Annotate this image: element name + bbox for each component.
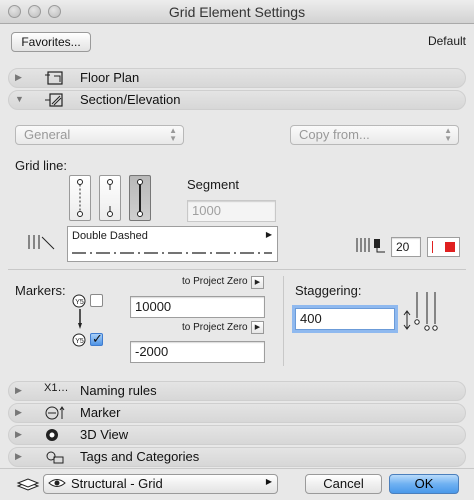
grid-line-label: Grid line: (15, 158, 68, 173)
disclosure-collapsed-icon[interactable]: ▶ (15, 407, 22, 418)
marker-icon (44, 405, 68, 424)
staggering-icon (401, 290, 441, 337)
pen-color-swatch[interactable] (427, 237, 460, 257)
panel-marker[interactable] (8, 403, 466, 423)
panel-label-3d-view: 3D View (80, 427, 129, 442)
ok-button[interactable]: OK (389, 474, 459, 494)
layer-popup-label: Structural - Grid (71, 476, 163, 491)
grid-line-partial-button[interactable] (99, 175, 121, 221)
panel-label-tags-categories: Tags and Categories (80, 449, 200, 464)
svg-text:Y5: Y5 (75, 338, 84, 345)
footer-separator (0, 468, 474, 469)
segment-label: Segment (187, 177, 240, 192)
staggering-field[interactable]: 400 (295, 308, 395, 330)
marker-bottom-checkbox[interactable]: ✓ (90, 331, 103, 346)
line-type-icon (26, 232, 56, 255)
popup-arrows-icon: ▲ ▼ (444, 126, 452, 143)
marker-top-checkbox[interactable] (90, 294, 103, 307)
grid-line-full-button[interactable] (69, 175, 91, 221)
panel-label-section-elevation: Section/Elevation (80, 92, 181, 107)
markers-label: Markers: (15, 283, 66, 298)
general-popup[interactable]: General ▲ ▼ (15, 125, 184, 145)
line-type-selector[interactable]: Double Dashed ▶ (67, 226, 278, 262)
default-label: Default (427, 34, 466, 48)
window-title: Grid Element Settings (168, 4, 306, 20)
favorites-button[interactable]: Favorites... (11, 32, 91, 52)
segment-field[interactable]: 1000 (187, 200, 276, 222)
grid-line-segment-button[interactable] (129, 175, 151, 221)
to-project-zero-label-2: to Project Zero (182, 322, 248, 333)
panel-section-elevation[interactable] (8, 90, 466, 110)
project-zero-menu-button-1[interactable]: ▶ (251, 276, 264, 289)
copy-from-popup[interactable]: Copy from... ▲ ▼ (290, 125, 459, 145)
general-popup-label: General (24, 127, 71, 142)
panel-label-floor-plan: Floor Plan (80, 70, 140, 85)
project-zero-menu-button-2[interactable]: ▶ (251, 321, 264, 334)
separator (8, 269, 466, 270)
pen-color-square (445, 242, 455, 252)
disclosure-collapsed-icon[interactable]: ▶ (15, 429, 22, 440)
popup-arrows-icon: ▲ ▼ (169, 126, 177, 143)
checkmark-icon: ✓ (92, 331, 103, 346)
panel-label-marker: Marker (80, 405, 121, 420)
layers-icon (16, 476, 40, 495)
layer-popup[interactable]: Structural - Grid ▶ (43, 474, 278, 494)
panel-3d-view[interactable] (8, 425, 466, 445)
popup-arrow-icon: ▶ (265, 477, 272, 486)
disclosure-expanded-icon[interactable]: ▼ (15, 94, 24, 104)
line-type-menu-arrow-icon: ▶ (265, 230, 272, 239)
naming-rules-icon: X1… (44, 382, 69, 394)
vertical-separator (283, 276, 284, 366)
marker-bottom-icon: Y5 (70, 331, 90, 354)
line-type-name: Double Dashed (72, 230, 148, 242)
3d-view-icon (44, 427, 60, 446)
pen-icon (355, 235, 389, 258)
pen-number-field[interactable]: 20 (391, 237, 421, 257)
floor-plan-icon (44, 70, 66, 89)
double-dashed-preview (72, 252, 272, 254)
svg-text:Y5: Y5 (75, 299, 84, 306)
disclosure-collapsed-icon[interactable]: ▶ (15, 72, 22, 83)
panel-label-naming-rules: Naming rules (80, 383, 157, 398)
pen-color-line (432, 241, 433, 253)
marker-bottom-elevation-field[interactable]: -2000 (130, 341, 265, 363)
staggering-label: Staggering: (295, 283, 362, 298)
marker-top-elevation-field[interactable]: 10000 (130, 296, 265, 318)
eye-icon (48, 476, 66, 493)
cancel-button[interactable]: Cancel (305, 474, 382, 494)
panel-floor-plan[interactable] (8, 68, 466, 88)
section-elevation-icon (44, 92, 66, 111)
disclosure-collapsed-icon[interactable]: ▶ (15, 451, 22, 462)
tags-categories-icon (44, 449, 66, 468)
panel-naming-rules[interactable] (8, 381, 466, 401)
copy-from-popup-label: Copy from... (299, 127, 370, 142)
panel-tags-categories[interactable] (8, 447, 466, 467)
to-project-zero-label-1: to Project Zero (182, 276, 248, 287)
disclosure-collapsed-icon[interactable]: ▶ (15, 385, 22, 396)
